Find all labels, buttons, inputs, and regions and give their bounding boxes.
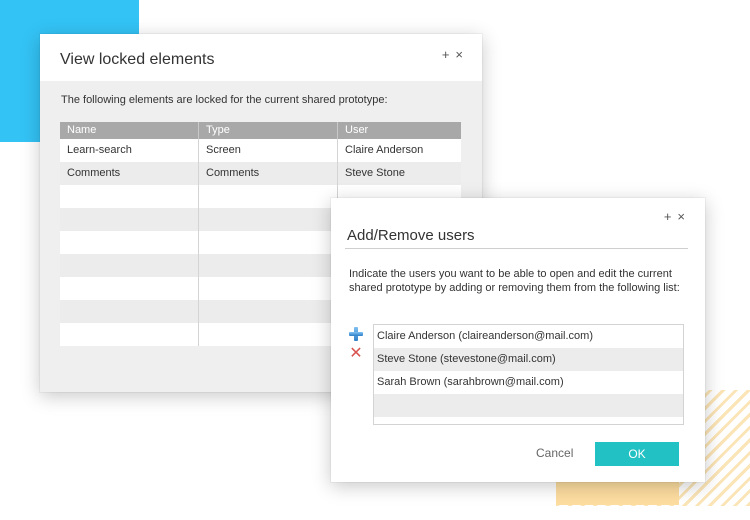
- cell-type: Comments: [199, 162, 338, 185]
- column-header-user[interactable]: User: [338, 122, 461, 139]
- maximize-icon[interactable]: +: [664, 209, 678, 224]
- dialog-title: Add/Remove users: [347, 227, 475, 244]
- decorative-yellow-block: [556, 482, 679, 505]
- title-divider: [345, 248, 688, 249]
- cell-user: Steve Stone: [345, 167, 405, 179]
- dialog-title: View locked elements: [60, 51, 215, 68]
- dialog-header: View locked elements +×: [40, 34, 482, 81]
- close-icon[interactable]: ×: [677, 209, 691, 224]
- column-header-type[interactable]: Type: [199, 122, 338, 139]
- dialog-description: The following elements are locked for th…: [61, 94, 388, 106]
- cancel-button[interactable]: Cancel: [536, 446, 573, 460]
- cell-user: Claire Anderson: [345, 144, 424, 156]
- user-list-item[interactable]: Sarah Brown (sarahbrown@mail.com): [374, 371, 683, 394]
- dialog-description: Indicate the users you want to be able t…: [349, 268, 680, 294]
- column-header-name[interactable]: Name: [60, 122, 199, 139]
- cell-name: Comments: [60, 162, 199, 185]
- cell-type: Screen: [199, 139, 338, 162]
- table-row[interactable]: Comments Comments Steve Stone: [60, 162, 461, 185]
- maximize-icon[interactable]: +: [442, 47, 456, 62]
- user-list: Claire Anderson (claireanderson@mail.com…: [373, 324, 684, 425]
- window-controls: +×: [442, 47, 469, 62]
- window-controls: +×: [664, 209, 691, 224]
- table-header: Name Type User: [60, 122, 461, 139]
- add-remove-users-dialog: +× Add/Remove users Indicate the users y…: [331, 198, 705, 482]
- ok-button[interactable]: OK: [595, 442, 679, 466]
- add-user-plus-icon[interactable]: [349, 327, 363, 341]
- user-list-item-empty: [374, 394, 683, 417]
- table-row[interactable]: Learn-search Screen Claire Anderson: [60, 139, 461, 162]
- close-icon[interactable]: ×: [455, 47, 469, 62]
- user-list-item[interactable]: Claire Anderson (claireanderson@mail.com…: [374, 325, 683, 348]
- remove-user-x-icon[interactable]: ✕: [349, 346, 363, 362]
- user-list-item[interactable]: Steve Stone (stevestone@mail.com): [374, 348, 683, 371]
- cell-name: Learn-search: [60, 139, 199, 162]
